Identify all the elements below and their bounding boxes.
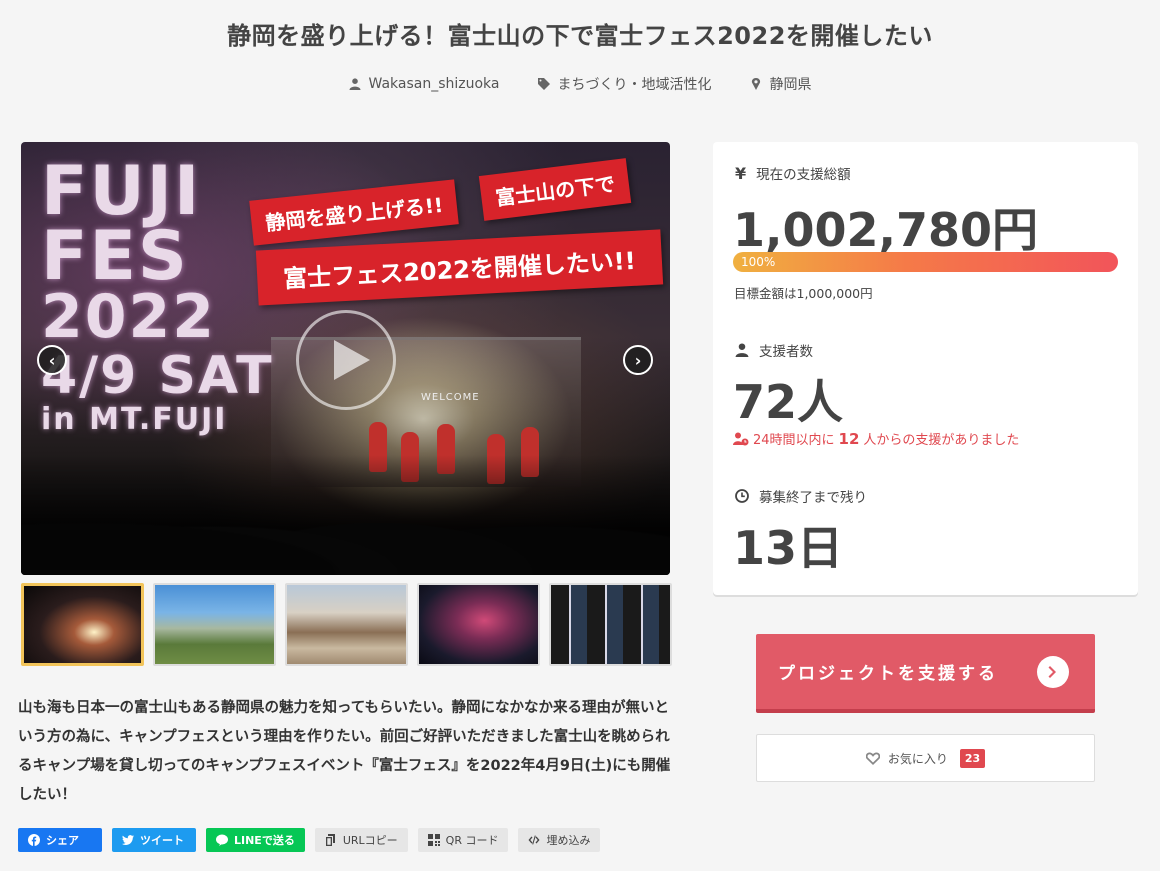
map-pin-icon	[751, 78, 760, 90]
remaining-label: 募集終了まで残り	[735, 486, 867, 506]
recent-backers-note: 24時間以内に 12 人からの支援がありました	[733, 429, 1019, 448]
user-icon	[349, 78, 360, 90]
facebook-icon	[28, 834, 40, 846]
qr-icon	[427, 834, 440, 846]
backers-value: 72人	[733, 375, 844, 429]
author-link[interactable]: Wakasan_shizuoka	[349, 74, 500, 94]
funding-stats-panel: ¥ 現在の支援総額 1,002,780円 100% 目標金額は1,000,000…	[713, 142, 1138, 595]
goal-amount: 目標金額は1,000,000円	[734, 286, 873, 301]
backers-label: 支援者数	[735, 340, 813, 360]
page-title: 静岡を盛り上げる！富士山の下で富士フェス2022を開催したい	[227, 22, 933, 50]
category-link[interactable]: まちづくり・地域活性化	[537, 74, 712, 94]
progress-bar: 100%	[733, 252, 1118, 272]
favorite-count-badge: 23	[959, 748, 986, 768]
yen-icon: ¥	[735, 163, 747, 183]
url-copy-button[interactable]: URLコピー	[314, 828, 408, 852]
location-name: 静岡県	[769, 77, 812, 93]
thumbnail-strip	[21, 583, 672, 666]
project-description: 山も海も日本一の富士山もある静岡県の魅力を知ってもらいたい。静岡になかなか来る理…	[18, 700, 671, 803]
location-link[interactable]: 静岡県	[750, 74, 812, 94]
line-icon	[216, 834, 228, 846]
clock-icon	[735, 489, 749, 503]
thumbnail-2[interactable]	[153, 583, 276, 666]
play-icon	[334, 340, 370, 380]
support-project-button[interactable]: プロジェクトを支援する	[756, 634, 1095, 713]
embed-button[interactable]: 埋め込み	[518, 828, 601, 852]
qr-code-button[interactable]: QR コード	[417, 828, 509, 852]
thumbnail-1[interactable]	[21, 583, 144, 666]
user-clock-icon	[733, 432, 749, 445]
hero-banner-1: 静岡を盛り上げる!!	[249, 179, 460, 246]
line-share-button[interactable]: LINEで送る	[206, 828, 305, 852]
thumbnail-5[interactable]	[549, 583, 672, 666]
twitter-icon	[122, 835, 134, 845]
facebook-share-button[interactable]: シェア	[18, 828, 102, 852]
tag-icon	[537, 78, 550, 90]
hero-banner-2: 富士山の下で	[478, 158, 632, 221]
next-slide-button[interactable]: ›	[623, 345, 653, 375]
twitter-share-button[interactable]: ツイート	[112, 828, 196, 852]
heart-icon	[865, 752, 880, 765]
hero-banner-3: 富士フェス2022を開催したい!!	[255, 229, 663, 306]
crowd-silhouette	[21, 455, 670, 575]
thumbnail-3[interactable]	[285, 583, 408, 666]
code-icon	[528, 835, 540, 845]
favorite-button[interactable]: お気に入り 23	[756, 734, 1095, 782]
arrow-right-icon	[1037, 655, 1069, 688]
share-bar: シェア ツイート LINEで送る URLコピー QR コード 埋め込み	[18, 828, 601, 852]
hero-video[interactable]: FUJI FES 2022 4/9 SAT in MT.FUJI 静岡を盛り上げ…	[21, 142, 670, 575]
amount-value: 1,002,780円	[733, 203, 1038, 257]
user-icon	[735, 343, 749, 357]
fuji-fes-logo: FUJI FES 2022 4/9 SAT in MT.FUJI	[41, 152, 274, 437]
category-name: まちづくり・地域活性化	[557, 77, 712, 93]
thumbnail-4[interactable]	[417, 583, 540, 666]
amount-label: ¥ 現在の支援総額	[735, 163, 851, 184]
copy-icon	[325, 834, 335, 846]
remaining-value: 13日	[733, 521, 844, 575]
stage-sign: WELCOME	[421, 392, 480, 403]
prev-slide-button[interactable]: ‹	[37, 345, 67, 375]
project-meta: Wakasan_shizuoka まちづくり・地域活性化 静岡県	[0, 74, 1160, 94]
author-name: Wakasan_shizuoka	[368, 76, 500, 92]
play-button[interactable]	[296, 310, 396, 410]
